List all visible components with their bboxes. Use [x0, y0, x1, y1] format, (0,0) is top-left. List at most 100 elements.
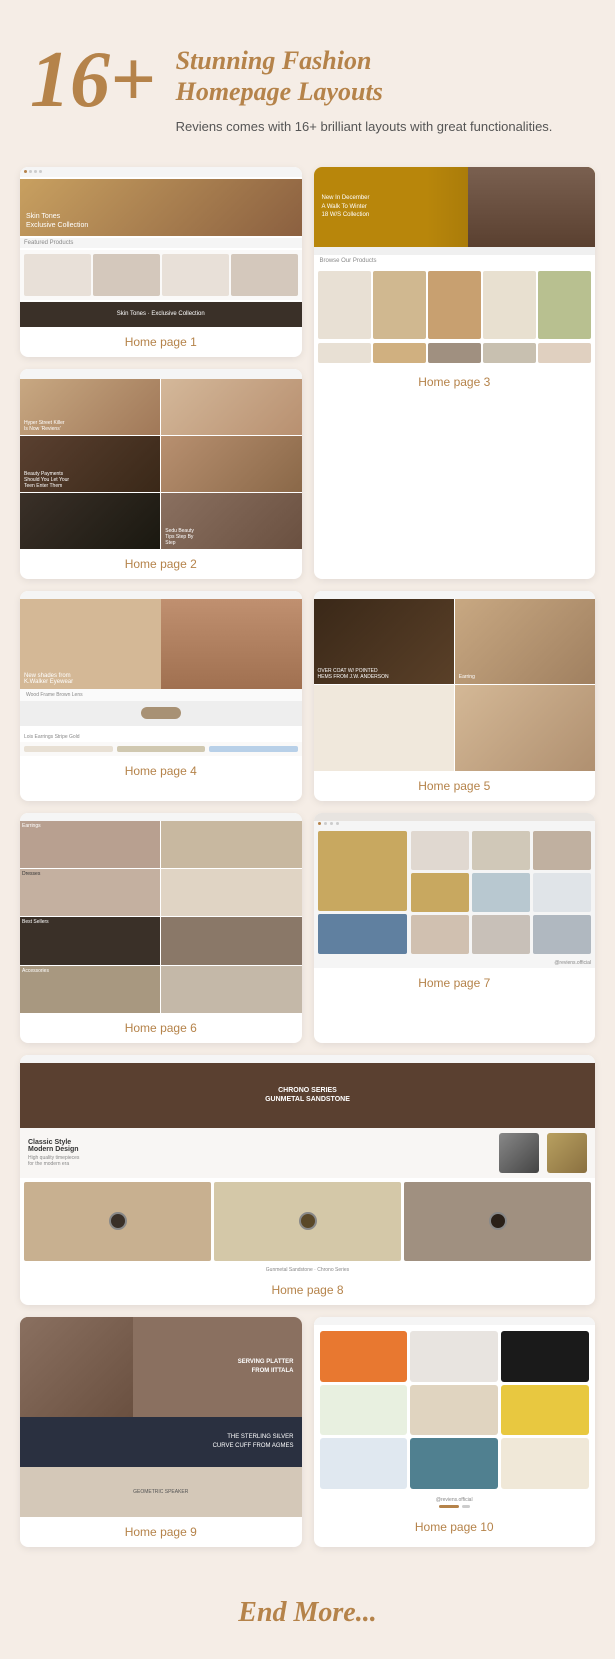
hp10-nav: [314, 1317, 596, 1325]
hp2-img: [161, 379, 301, 435]
hp3-prod: [538, 271, 591, 339]
nav-dot: [336, 822, 339, 825]
product-thumb: [24, 254, 91, 296]
hp3-products: [314, 267, 596, 343]
card-label-8: Home page 8: [20, 1275, 595, 1305]
hp1-products: [20, 250, 302, 300]
hp8-watch-img: [499, 1133, 539, 1173]
preview-homepage-2: Hyper Street KillerIs Now 'Reviens' Beau…: [20, 369, 302, 549]
hp8-watch-item: [214, 1182, 401, 1261]
card-homepage-10[interactable]: @reviens.official Home page 10: [314, 1317, 596, 1547]
hp10-item: [320, 1331, 408, 1382]
card-homepage-6[interactable]: Earrings Dresses Best Sellers Accessorie…: [20, 813, 302, 1043]
hp4-sunglass: [20, 701, 302, 726]
footer-section: End More...: [0, 1577, 615, 1659]
hp6-cell: [161, 869, 301, 916]
hp9-mid: THE STERLING SILVERCURVE CUFF FROM AGMES: [20, 1417, 302, 1467]
hp3-prod: [373, 343, 426, 363]
preview-homepage-6: Earrings Dresses Best Sellers Accessorie…: [20, 813, 302, 1013]
hp3-prod: [538, 343, 591, 363]
hp5-cell-text: Earring: [459, 674, 475, 680]
hp5-cell-text: OVER COAT W/ POINTEDHEMS FROM J.W. ANDER…: [318, 668, 389, 680]
mockup-hp5: OVER COAT W/ POINTEDHEMS FROM J.W. ANDER…: [314, 591, 596, 771]
hp3-prod: [318, 271, 371, 339]
card-label-10: Home page 10: [314, 1512, 596, 1542]
hp4-acc-item: [209, 746, 298, 752]
hp2-img: Beauty PaymentsShould You Let YourTeen E…: [20, 436, 160, 492]
hp1-hero-img: Skin TonesExclusive Collection: [20, 179, 302, 236]
hp10-item: [410, 1385, 498, 1436]
hp2-row: Hyper Street KillerIs Now 'Reviens': [20, 379, 302, 435]
hp10-item: [320, 1385, 408, 1436]
mockup-hp6: Earrings Dresses Best Sellers Accessorie…: [20, 813, 302, 1013]
preview-homepage-3: New In DecemberA Walk To Winter18 W/S Co…: [314, 167, 596, 367]
hp7-item: [472, 873, 530, 912]
card-homepage-5[interactable]: OVER COAT W/ POINTEDHEMS FROM J.W. ANDER…: [314, 591, 596, 801]
hp4-acc-item: [24, 746, 113, 752]
card-homepage-4[interactable]: New shades fromK.Walker Eyewear Wood Fra…: [20, 591, 302, 801]
header-section: 16+ Stunning Fashion Homepage Layouts Re…: [0, 0, 615, 157]
nav-dot: [318, 822, 321, 825]
hp2-row: Sedu BeautyTips Step ByStep: [20, 493, 302, 549]
hp6-cell-accessories: Accessories: [20, 966, 160, 1013]
preview-homepage-7: @reviens.official: [314, 813, 596, 968]
hp1-banner: Skin Tones · Exclusive Collection: [20, 302, 302, 327]
card-homepage-7[interactable]: @reviens.official Home page 7: [314, 813, 596, 1043]
hp4-nav: [20, 591, 302, 599]
hp2-img: Hyper Street KillerIs Now 'Reviens': [20, 379, 160, 435]
hp8-section: Classic StyleModern Design High quality …: [20, 1128, 595, 1178]
hp10-item: [410, 1331, 498, 1382]
hp7-right: [411, 831, 591, 954]
hp6-grid: Earrings Dresses Best Sellers Accessorie…: [20, 821, 302, 1013]
hp3-prod: [373, 271, 426, 339]
hp3-row2: [314, 343, 596, 367]
hp3-prod: [483, 343, 536, 363]
preview-homepage-4: New shades fromK.Walker Eyewear Wood Fra…: [20, 591, 302, 756]
hp7-item: [533, 873, 591, 912]
hp8-watches: [20, 1178, 595, 1265]
hp8-watch-item: [404, 1182, 591, 1261]
hp8-watch-item: [24, 1182, 211, 1261]
card-homepage-2[interactable]: Hyper Street KillerIs Now 'Reviens' Beau…: [20, 369, 302, 579]
hp8-sub: Gunmetal Sandstone · Chrono Series: [20, 1265, 595, 1275]
hp5-cell: Earring: [455, 599, 595, 685]
mockup-hp9: SERVING PLATTERFROM IITTALA THE STERLING…: [20, 1317, 302, 1517]
hp9-top: SERVING PLATTERFROM IITTALA: [20, 1317, 302, 1417]
hp5-grid: OVER COAT W/ POINTEDHEMS FROM J.W. ANDER…: [314, 599, 596, 771]
card-label-7: Home page 7: [314, 968, 596, 998]
hp7-left: [318, 831, 408, 954]
header-number: 16+: [30, 40, 156, 120]
hp2-img: [20, 493, 160, 549]
hp1-banner-text: Skin Tones · Exclusive Collection: [117, 311, 205, 317]
card-homepage-1[interactable]: Skin TonesExclusive Collection Featured …: [20, 167, 302, 357]
nav-dot: [24, 170, 27, 173]
hp3-prod: [318, 343, 371, 363]
hp10-item: [501, 1438, 589, 1489]
hp1-hero: Skin TonesExclusive Collection: [20, 179, 302, 236]
dot: [462, 1505, 470, 1508]
hp4-hero: New shades fromK.Walker Eyewear: [20, 599, 302, 689]
hp9-platter-img: [20, 1317, 133, 1417]
mockup-hp1: Skin TonesExclusive Collection Featured …: [20, 167, 302, 327]
card-homepage-3[interactable]: New In DecemberA Walk To Winter18 W/S Co…: [314, 167, 596, 579]
hp4-earring-label: Lois Earrings Stripe Gold: [20, 732, 302, 742]
product-thumb: [93, 254, 160, 296]
hp8-watch-img2: [547, 1133, 587, 1173]
hp9-mid-text: THE STERLING SILVERCURVE CUFF FROM AGMES: [213, 1433, 294, 1450]
product-thumb: [162, 254, 229, 296]
hp2-text: Hyper Street KillerIs Now 'Reviens': [24, 420, 65, 432]
card-homepage-8[interactable]: CHRONO SERIESGUNMETAL SANDSTONE Classic …: [20, 1055, 595, 1305]
card-homepage-9[interactable]: SERVING PLATTERFROM IITTALA THE STERLING…: [20, 1317, 302, 1547]
hp2-grid: Hyper Street KillerIs Now 'Reviens' Beau…: [20, 379, 302, 549]
hp2-text: Sedu BeautyTips Step ByStep: [165, 528, 194, 546]
dot-active: [439, 1505, 459, 1508]
card-label-5: Home page 5: [314, 771, 596, 801]
hp2-nav: [20, 369, 302, 379]
nav-dot: [330, 822, 333, 825]
hp5-cell: [314, 685, 454, 771]
homepage-grid: Skin TonesExclusive Collection Featured …: [0, 157, 615, 1577]
card-label-1: Home page 1: [20, 327, 302, 357]
header-subtitle: Reviens comes with 16+ brilliant layouts…: [176, 117, 553, 137]
product-thumb: [231, 254, 298, 296]
hp2-text: Beauty PaymentsShould You Let YourTeen E…: [24, 471, 69, 489]
